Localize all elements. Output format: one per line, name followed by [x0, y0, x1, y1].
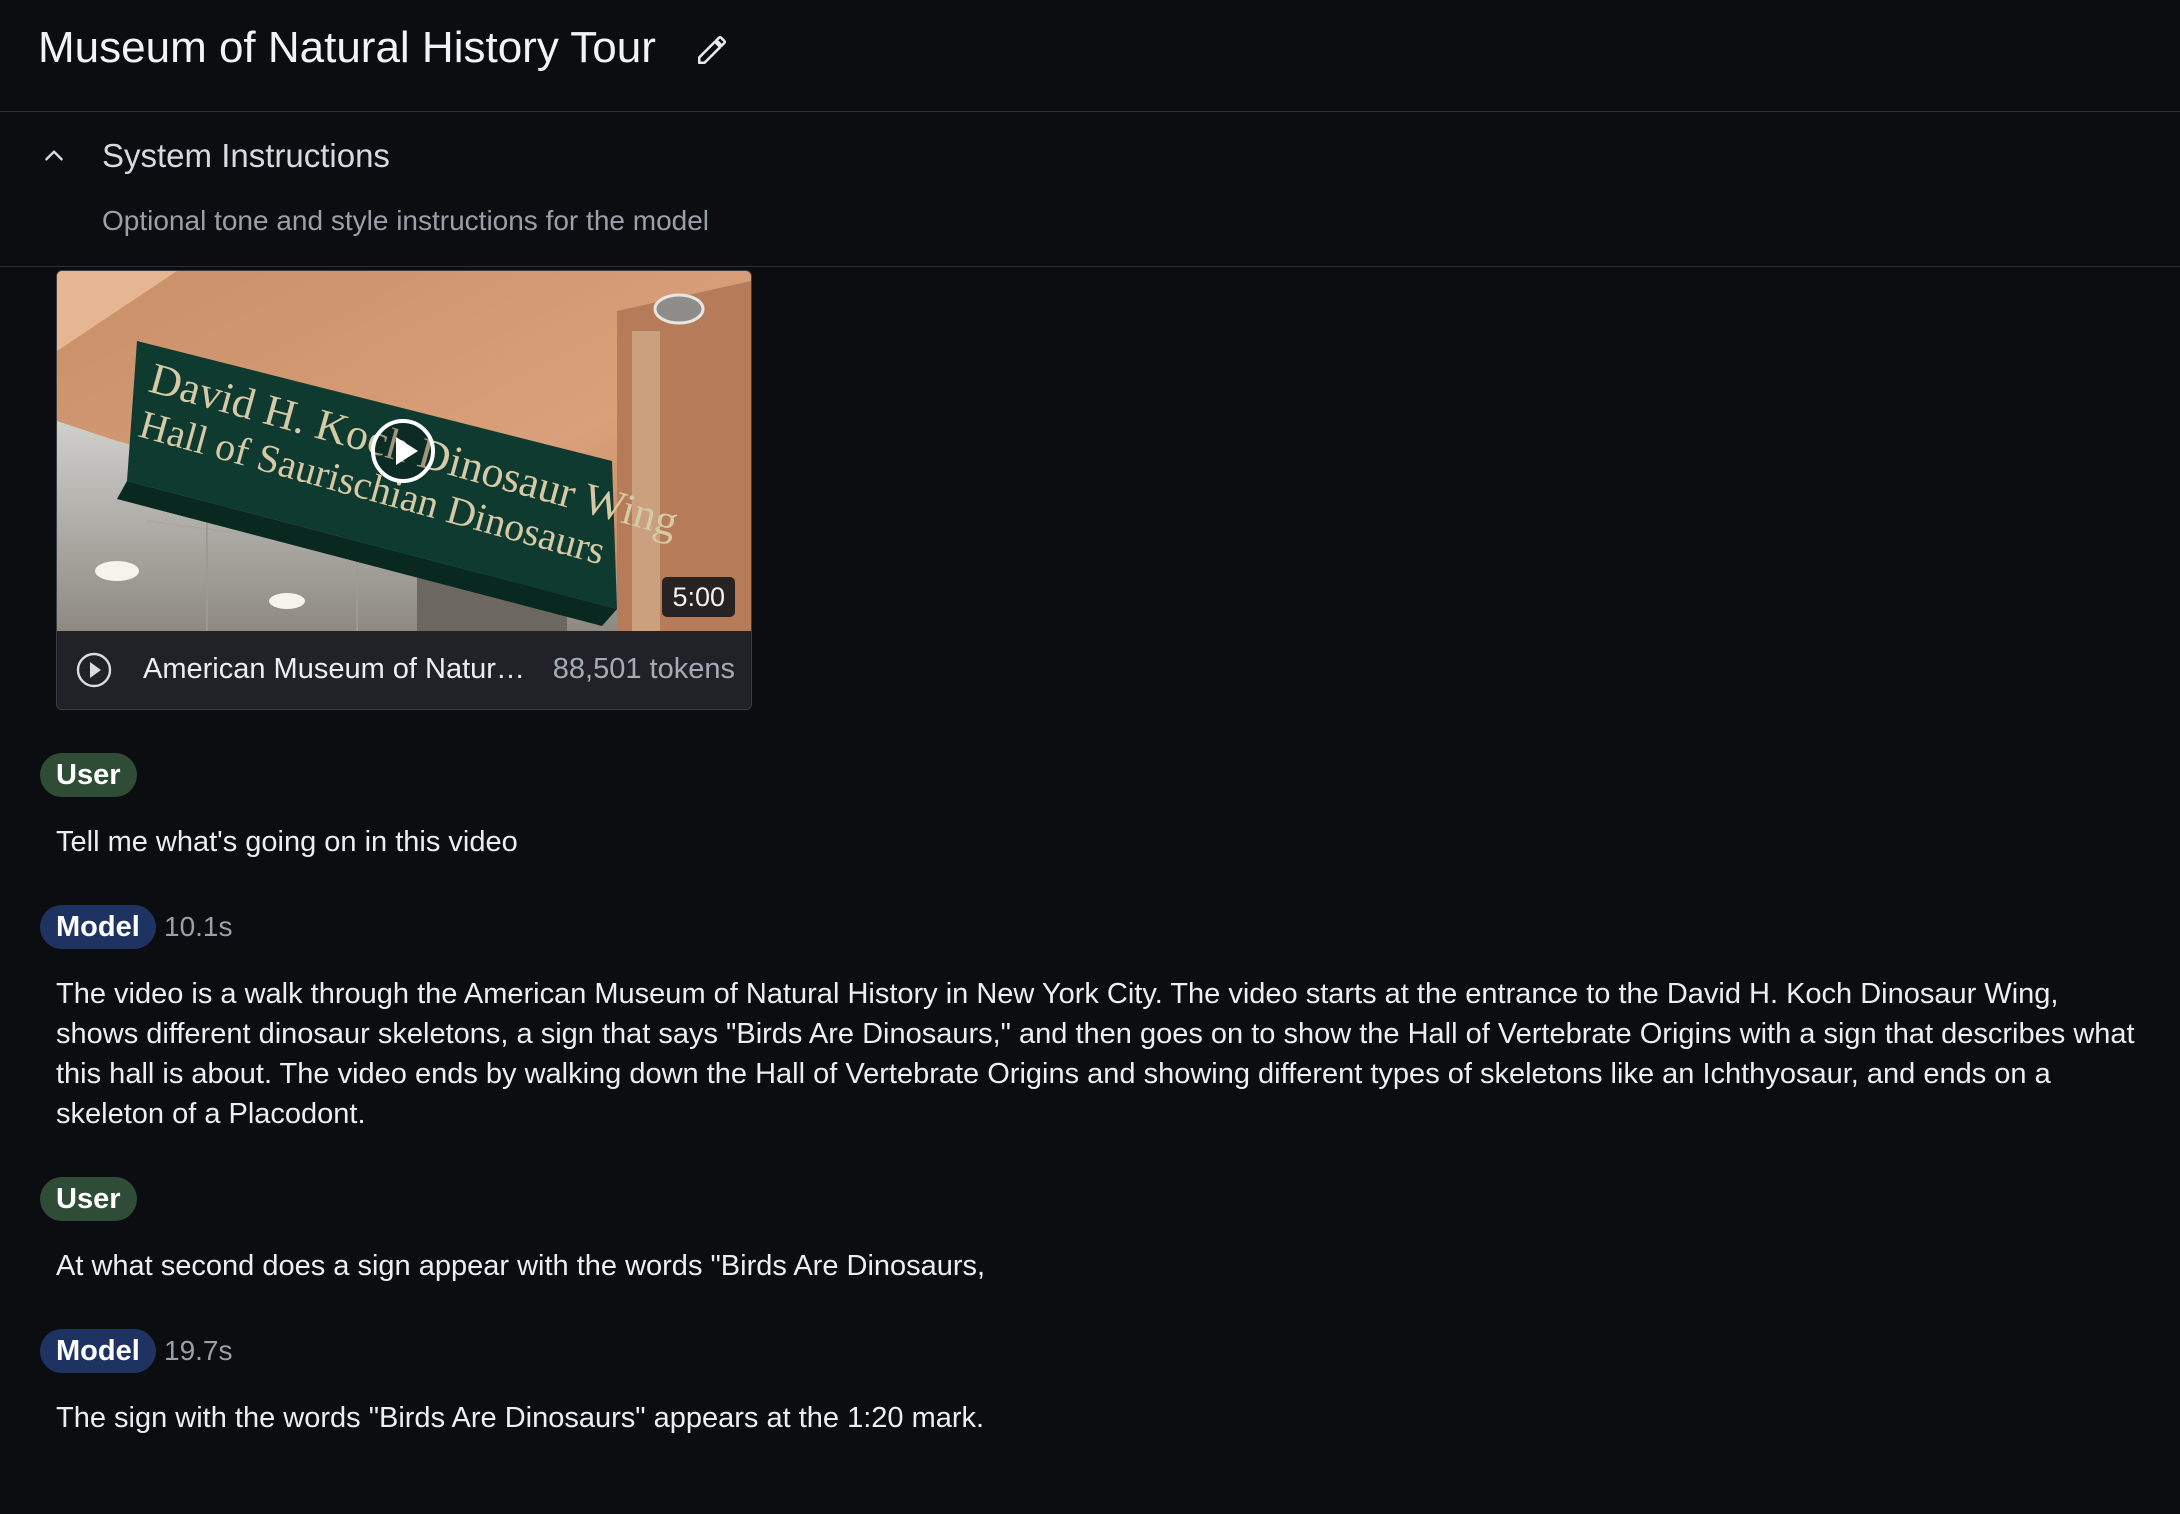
- chevron-up-icon: [45, 150, 63, 161]
- role-badge-user: User: [40, 1177, 137, 1221]
- system-instructions-panel: System Instructions Optional tone and st…: [0, 112, 2180, 267]
- video-duration: 5:00: [662, 577, 735, 617]
- video-attachment[interactable]: David H. Koch Dinosaur Wing Hall of Saur…: [56, 270, 752, 710]
- play-circle-icon[interactable]: [75, 651, 113, 689]
- video-card-footer: American Museum of Natural ... 88,501 to…: [57, 631, 751, 709]
- response-time: 10.1s: [164, 911, 233, 942]
- message-text: At what second does a sign appear with t…: [56, 1250, 986, 1282]
- video-file-name: American Museum of Natural ...: [143, 653, 533, 685]
- system-instructions-label: System Instructions: [102, 137, 390, 174]
- video-token-count: 88,501 tokens: [552, 653, 735, 685]
- system-instructions-input[interactable]: Optional tone and style instructions for…: [102, 202, 709, 240]
- system-instructions-toggle[interactable]: [36, 138, 72, 174]
- role-badge-model: Model: [40, 1329, 156, 1373]
- message-text: The video is a walk through the American…: [56, 978, 2135, 1130]
- pencil-icon: [697, 35, 727, 65]
- header: Museum of Natural History Tour: [0, 0, 2180, 112]
- role-badge-model: Model: [40, 905, 156, 949]
- play-circle-icon[interactable]: [370, 418, 436, 484]
- message-text: Tell me what's going on in this video: [56, 826, 518, 858]
- edit-title-button[interactable]: [690, 28, 734, 72]
- message-text: The sign with the words "Birds Are Dinos…: [56, 1402, 985, 1434]
- response-time: 19.7s: [164, 1335, 233, 1366]
- prompt-title: Museum of Natural History Tour: [38, 23, 656, 72]
- role-badge-user: User: [40, 753, 137, 797]
